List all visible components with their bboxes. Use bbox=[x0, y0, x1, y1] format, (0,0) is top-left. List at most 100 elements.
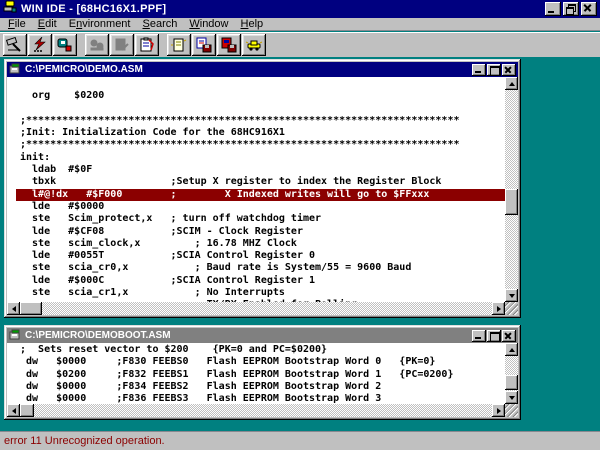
save-all-button[interactable] bbox=[217, 34, 241, 56]
code-line[interactable]: dw $0200 ;F832 FEEBS1 Flash EEPROM Boots… bbox=[16, 369, 505, 381]
demo-titlebar[interactable]: C:\PEMICRO\DEMO.ASM bbox=[7, 62, 518, 77]
clipboard-button[interactable] bbox=[135, 34, 159, 56]
demoboot-title: C:\PEMICRO\DEMOBOOT.ASM bbox=[25, 330, 472, 341]
notepad-button[interactable] bbox=[167, 34, 191, 56]
demo-minimize-button[interactable] bbox=[472, 64, 486, 76]
tool-document-button[interactable] bbox=[110, 34, 134, 56]
scroll-left-button[interactable] bbox=[7, 302, 20, 315]
scroll-left-button[interactable] bbox=[7, 404, 20, 417]
scroll-up-button[interactable] bbox=[505, 343, 518, 356]
code-line[interactable]: lde #$0000 bbox=[16, 201, 505, 213]
horizontal-scroll-thumb[interactable] bbox=[20, 404, 34, 417]
save-all-icon bbox=[220, 37, 238, 53]
clipboard-icon bbox=[138, 37, 156, 53]
code-line[interactable]: dw $0000 ;F830 FEEBS0 Flash EEPROM Boots… bbox=[16, 356, 505, 368]
code-line[interactable]: ste scia_cr1,x ; No Interrupts bbox=[16, 287, 505, 299]
code-line[interactable]: lde #$CF08 ;SCIM - Clock Register bbox=[16, 226, 505, 238]
document-pen-icon bbox=[113, 37, 131, 53]
window-title: WIN IDE - [68HC16X1.PPF] bbox=[21, 3, 545, 15]
status-message: error 11 Unrecognized operation. bbox=[4, 435, 165, 447]
tool-hands-button[interactable] bbox=[85, 34, 109, 56]
code-line[interactable] bbox=[16, 78, 505, 90]
menu-bar: FileEditEnvironmentSearchWindowHelp bbox=[0, 18, 600, 31]
menu-file[interactable]: File bbox=[2, 18, 32, 31]
code-line[interactable]: ; Sets reset vector to $200 {PK=0 and PC… bbox=[16, 344, 505, 356]
vertical-scroll-thumb[interactable] bbox=[505, 375, 518, 390]
horizontal-scroll-thumb[interactable] bbox=[20, 302, 42, 315]
code-line[interactable]: ste Scim_protect,x ; turn off watchdog t… bbox=[16, 213, 505, 225]
editor-window-demo: C:\PEMICRO\DEMO.ASM org $0200 ;*********… bbox=[4, 59, 521, 318]
arrow-down-icon bbox=[509, 396, 515, 400]
editor1-code[interactable]: org $0200 ;*****************************… bbox=[7, 77, 505, 302]
arrow-right-icon bbox=[497, 306, 501, 312]
code-line[interactable]: tbxk ;Setup X register to index the Regi… bbox=[16, 176, 505, 188]
menu-help[interactable]: Help bbox=[235, 18, 270, 31]
editor-window-demoboot: C:\PEMICRO\DEMOBOOT.ASM ; Sets reset vec… bbox=[4, 325, 521, 420]
car-icon bbox=[245, 37, 263, 53]
document-icon bbox=[9, 61, 22, 79]
arrow-up-icon bbox=[509, 82, 515, 86]
main-titlebar: WIN IDE - [68HC16X1.PPF] bbox=[0, 0, 600, 18]
scroll-right-button[interactable] bbox=[492, 404, 505, 417]
code-line[interactable]: ;Init: Initialization Code for the 68HC9… bbox=[16, 127, 505, 139]
debug-button[interactable] bbox=[28, 34, 52, 56]
scroll-right-button[interactable] bbox=[492, 302, 505, 315]
vertical-scroll-thumb[interactable] bbox=[505, 189, 518, 215]
arrow-up-icon bbox=[509, 348, 515, 352]
code-line[interactable]: ste scim_clock,x ; 16.78 MHZ Clock bbox=[16, 238, 505, 250]
menu-environment[interactable]: Environment bbox=[63, 18, 137, 31]
error-code-line[interactable]: l#@!dx #$F000 ; X Indexed writes will go… bbox=[16, 189, 505, 201]
demo-close-button[interactable] bbox=[502, 64, 516, 76]
resize-grip[interactable] bbox=[505, 404, 518, 417]
arrow-down-icon bbox=[509, 294, 515, 298]
demoboot-maximize-button[interactable] bbox=[487, 330, 501, 342]
status-bar: error 11 Unrecognized operation. bbox=[0, 431, 600, 450]
arrow-right-icon bbox=[497, 408, 501, 414]
toolbar bbox=[0, 32, 600, 57]
minimize-button[interactable] bbox=[545, 2, 561, 16]
assemble-button[interactable] bbox=[3, 34, 27, 56]
demo-maximize-button[interactable] bbox=[487, 64, 501, 76]
code-line[interactable]: dw $0000 ;F834 FEEBS2 Flash EEPROM Boots… bbox=[16, 381, 505, 393]
save-file-button[interactable] bbox=[192, 34, 216, 56]
demoboot-minimize-button[interactable] bbox=[472, 330, 486, 342]
code-line[interactable]: lde #0055T ;SCIA Control Register 0 bbox=[16, 250, 505, 262]
program-button[interactable] bbox=[53, 34, 77, 56]
code-line[interactable]: ;***************************************… bbox=[16, 115, 505, 127]
hammer-icon bbox=[6, 37, 24, 53]
demo-title: C:\PEMICRO\DEMO.ASM bbox=[25, 64, 472, 75]
demo-horizontal-scrollbar[interactable] bbox=[7, 302, 505, 315]
menu-window[interactable]: Window bbox=[183, 18, 234, 31]
demoboot-horizontal-scrollbar[interactable] bbox=[7, 404, 505, 417]
menu-edit[interactable]: Edit bbox=[32, 18, 63, 31]
document-icon bbox=[9, 327, 22, 345]
hands-icon bbox=[88, 37, 106, 53]
code-line[interactable]: ;***************************************… bbox=[16, 139, 505, 151]
car-button[interactable] bbox=[242, 34, 266, 56]
scroll-down-button[interactable] bbox=[505, 289, 518, 302]
scroll-down-button[interactable] bbox=[505, 391, 518, 404]
app-icon bbox=[3, 0, 17, 18]
code-line[interactable] bbox=[16, 103, 505, 115]
code-line[interactable]: dw $0000 ;F836 FEEBS3 Flash EEPROM Boots… bbox=[16, 393, 505, 404]
menu-search[interactable]: Search bbox=[136, 18, 183, 31]
code-line[interactable]: lde #$000C ;SCIA Control Register 1 bbox=[16, 275, 505, 287]
demoboot-close-button[interactable] bbox=[502, 330, 516, 342]
demoboot-titlebar[interactable]: C:\PEMICRO\DEMOBOOT.ASM bbox=[7, 328, 518, 343]
code-line[interactable]: ldab #$0F bbox=[16, 164, 505, 176]
demoboot-vertical-scrollbar[interactable] bbox=[505, 343, 518, 404]
code-line[interactable]: ste scia_cr0,x ; Baud rate is System/55 … bbox=[16, 262, 505, 274]
lightning-icon bbox=[31, 37, 49, 53]
resize-grip[interactable] bbox=[505, 302, 518, 315]
code-line[interactable]: org $0200 bbox=[16, 90, 505, 102]
demo-vertical-scrollbar[interactable] bbox=[505, 77, 518, 302]
scroll-up-button[interactable] bbox=[505, 77, 518, 90]
editor2-code[interactable]: ; Sets reset vector to $200 {PK=0 and PC… bbox=[7, 343, 505, 404]
restore-button[interactable] bbox=[563, 2, 579, 16]
arrow-left-icon bbox=[12, 306, 16, 312]
close-button[interactable] bbox=[581, 2, 597, 16]
code-line[interactable]: init: bbox=[16, 152, 505, 164]
arrow-left-icon bbox=[12, 408, 16, 414]
save-file-icon bbox=[195, 37, 213, 53]
chip-icon bbox=[56, 37, 74, 53]
